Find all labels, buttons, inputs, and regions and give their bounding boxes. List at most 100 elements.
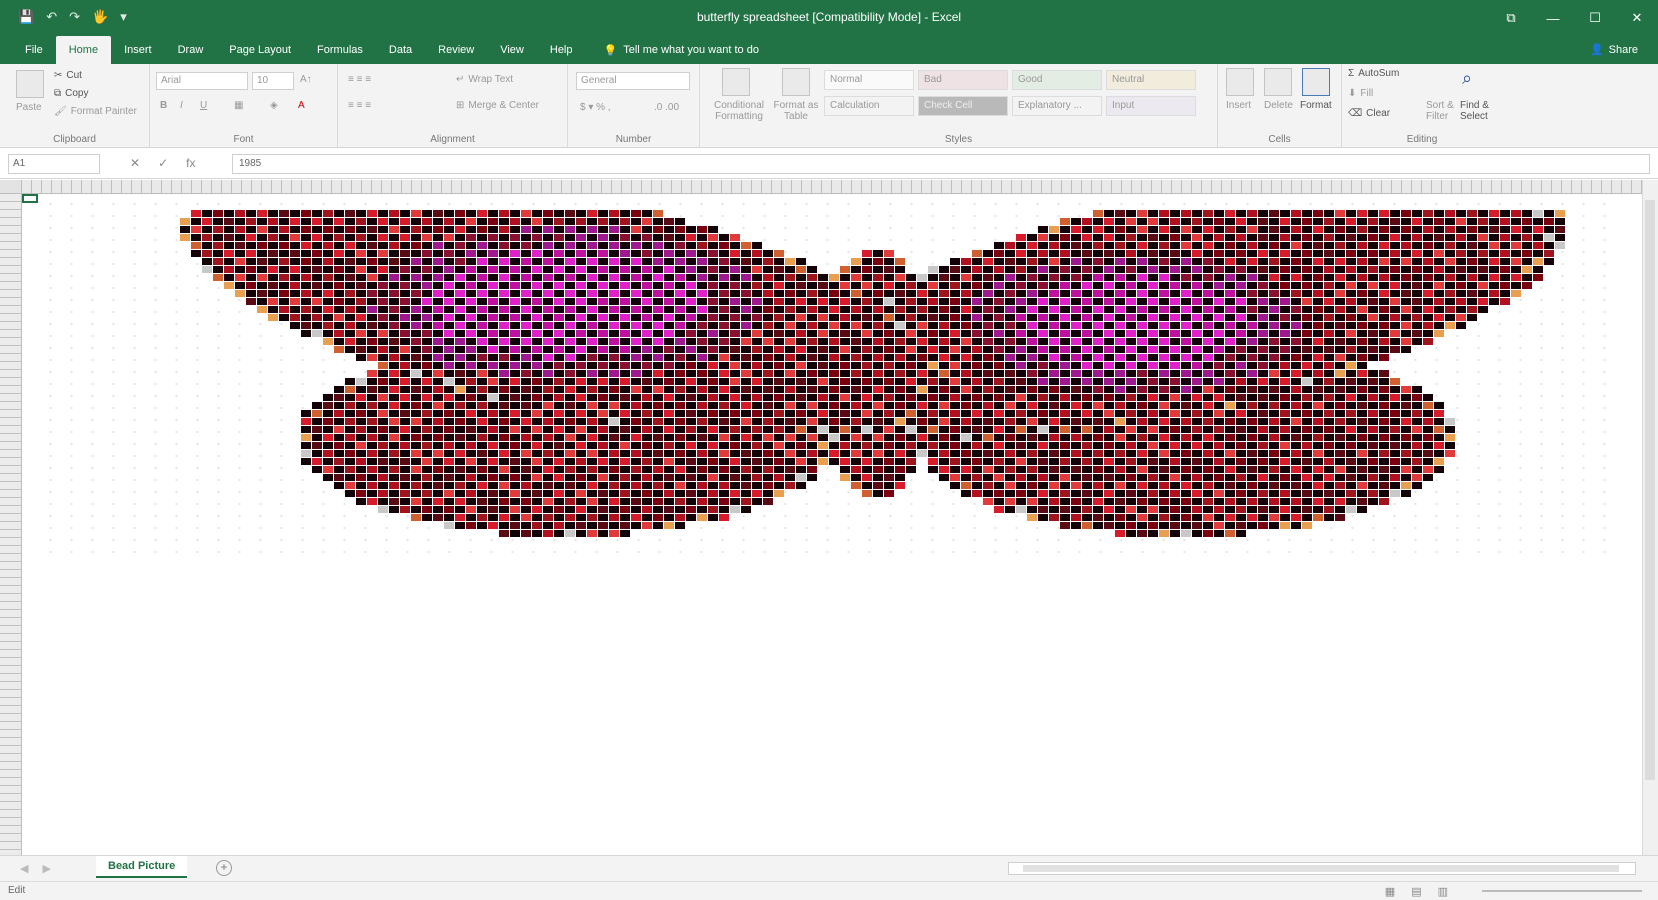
- bold-icon[interactable]: B: [160, 100, 167, 111]
- bead-cell: [532, 322, 542, 329]
- bead-cell: [928, 362, 938, 369]
- bead-cell: [862, 410, 872, 417]
- font-size-select[interactable]: 10: [252, 72, 294, 90]
- zoom-slider[interactable]: [1482, 890, 1642, 892]
- number-format-select[interactable]: General: [576, 72, 690, 90]
- bead-cell: [675, 482, 685, 489]
- tab-review[interactable]: Review: [425, 36, 487, 64]
- tab-file[interactable]: File: [12, 36, 56, 64]
- maximize-icon[interactable]: ☐: [1574, 0, 1616, 36]
- bead-cell: [763, 442, 773, 449]
- formula-input[interactable]: 1985: [232, 154, 1650, 174]
- tab-insert[interactable]: Insert: [111, 36, 165, 64]
- currency-icon[interactable]: $ ▾ % ,: [580, 102, 611, 113]
- tab-view[interactable]: View: [487, 36, 537, 64]
- format-as-table-icon[interactable]: [782, 68, 810, 96]
- style-input[interactable]: Input: [1106, 96, 1196, 116]
- find-select-button[interactable]: Find & Select: [1460, 100, 1500, 122]
- format-cells-button[interactable]: Format: [1300, 100, 1332, 111]
- tab-page-layout[interactable]: Page Layout: [216, 36, 304, 64]
- style-bad[interactable]: Bad: [918, 70, 1008, 90]
- bead-cell: [741, 242, 751, 249]
- bead-cell: [1203, 234, 1213, 241]
- tab-formulas[interactable]: Formulas: [304, 36, 376, 64]
- tab-home[interactable]: Home: [55, 36, 112, 64]
- worksheet-grid[interactable]: [0, 180, 1658, 855]
- enter-icon[interactable]: ✓: [158, 156, 168, 170]
- bead-cell: [466, 474, 476, 481]
- bead-cell: [521, 498, 531, 505]
- horizontal-scrollbar[interactable]: [1008, 862, 1636, 875]
- paste-button[interactable]: Paste: [16, 102, 42, 113]
- style-check-cell[interactable]: Check Cell: [918, 96, 1008, 116]
- grow-font-icon[interactable]: A↑: [300, 74, 312, 85]
- sort-filter-button[interactable]: Sort & Filter: [1426, 100, 1460, 122]
- tab-draw[interactable]: Draw: [165, 36, 217, 64]
- active-cell[interactable]: [22, 194, 38, 203]
- vertical-scrollbar[interactable]: [1642, 180, 1658, 855]
- cancel-icon[interactable]: ✕: [130, 156, 140, 170]
- underline-icon[interactable]: U: [200, 100, 207, 111]
- format-painter-button[interactable]: 🖌 Format Painter: [54, 106, 137, 117]
- next-sheet-icon[interactable]: ▶: [42, 862, 50, 875]
- align-left-icon[interactable]: ≡ ≡ ≡: [348, 100, 371, 111]
- horizontal-scroll-thumb[interactable]: [1023, 865, 1619, 872]
- bead-cell: [224, 282, 234, 289]
- paste-icon[interactable]: [16, 70, 44, 98]
- tell-me-box[interactable]: 💡 Tell me what you want to do: [604, 36, 759, 64]
- bead-cell: [1412, 234, 1422, 241]
- bead-cell: [1148, 306, 1158, 313]
- style-explanatory[interactable]: Explanatory ...: [1012, 96, 1102, 116]
- vertical-scroll-thumb[interactable]: [1645, 200, 1655, 780]
- bead-cell: [1335, 514, 1345, 521]
- fill-color-icon[interactable]: ◈: [270, 100, 278, 111]
- insert-cells-icon[interactable]: [1226, 68, 1254, 96]
- page-break-view-icon[interactable]: ▥: [1438, 885, 1448, 898]
- format-cells-icon[interactable]: [1302, 68, 1330, 96]
- add-sheet-icon[interactable]: +: [216, 860, 232, 876]
- minimize-icon[interactable]: —: [1532, 0, 1574, 36]
- tab-data[interactable]: Data: [376, 36, 425, 64]
- page-layout-view-icon[interactable]: ▤: [1411, 885, 1421, 898]
- bead-cell: [1478, 282, 1488, 289]
- bead-cell: [983, 378, 993, 385]
- delete-cells-icon[interactable]: [1264, 68, 1292, 96]
- close-icon[interactable]: ✕: [1616, 0, 1658, 36]
- align-top-icon[interactable]: ≡ ≡ ≡: [348, 74, 371, 85]
- insert-cells-button[interactable]: Insert: [1226, 100, 1251, 111]
- merge-center-button[interactable]: ⊞ Merge & Center: [456, 100, 539, 111]
- tab-help[interactable]: Help: [537, 36, 586, 64]
- normal-view-icon[interactable]: ▦: [1385, 885, 1395, 898]
- conditional-formatting-button[interactable]: Conditional Formatting: [706, 100, 772, 122]
- sheet-tab-bead-picture[interactable]: Bead Picture: [96, 856, 188, 878]
- insert-function-icon[interactable]: fx: [186, 156, 195, 170]
- fill-button[interactable]: ⬇ Fill: [1348, 88, 1373, 99]
- decimal-icon[interactable]: .0 .00: [654, 102, 679, 113]
- bead-cell: [1115, 458, 1125, 465]
- style-good[interactable]: Good: [1012, 70, 1102, 90]
- delete-cells-button[interactable]: Delete: [1264, 100, 1293, 111]
- format-as-table-button[interactable]: Format as Table: [772, 100, 820, 122]
- bead-cell: [829, 362, 839, 369]
- prev-sheet-icon[interactable]: ◀: [20, 862, 28, 875]
- find-icon[interactable]: ⌕: [1462, 68, 1472, 89]
- name-box[interactable]: A1: [8, 154, 100, 174]
- cut-button[interactable]: ✂ Cut: [54, 70, 82, 81]
- autosum-button[interactable]: Σ AutoSum: [1348, 68, 1399, 79]
- bead-cell: [301, 226, 311, 233]
- font-color-icon[interactable]: A: [298, 100, 305, 111]
- italic-icon[interactable]: I: [180, 100, 183, 111]
- wrap-text-button[interactable]: ↵ Wrap Text: [456, 74, 513, 85]
- ribbon-display-icon[interactable]: ⧉: [1490, 0, 1532, 36]
- clear-button[interactable]: ⌫ Clear: [1348, 108, 1390, 119]
- style-normal[interactable]: Normal: [824, 70, 914, 90]
- bead-cell: [1302, 290, 1312, 297]
- conditional-formatting-icon[interactable]: [722, 68, 750, 96]
- font-name-select[interactable]: Arial: [156, 72, 248, 90]
- copy-button[interactable]: ⧉ Copy: [54, 88, 89, 99]
- share-button[interactable]: 👤 Share: [1590, 43, 1638, 57]
- style-neutral[interactable]: Neutral: [1106, 70, 1196, 90]
- style-calculation[interactable]: Calculation: [824, 96, 914, 116]
- bead-cell: [1522, 226, 1532, 233]
- borders-icon[interactable]: ▦: [234, 100, 243, 111]
